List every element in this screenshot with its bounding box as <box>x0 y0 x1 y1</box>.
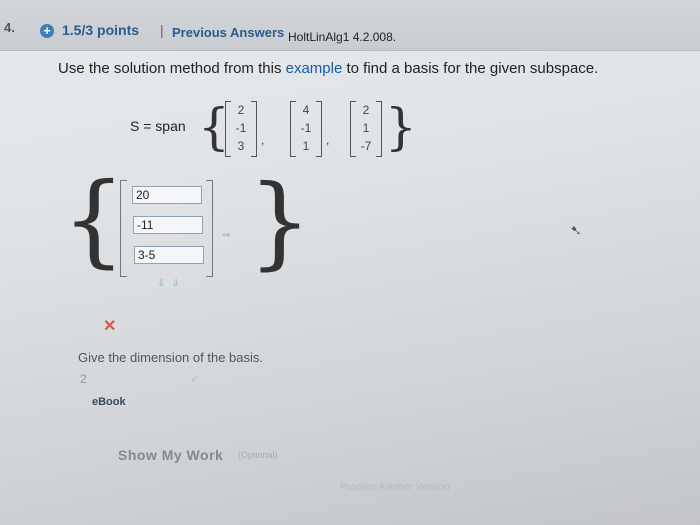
check-icon: ✓ <box>190 372 201 386</box>
points-label: 1.5/3 points <box>62 22 140 38</box>
dimension-question: Give the dimension of the basis. <box>78 350 263 365</box>
cursor-icon: ➷ <box>570 222 582 238</box>
previous-answers-link[interactable]: Previous Answers <box>172 25 284 40</box>
dimension-answer[interactable]: 2 <box>80 372 87 386</box>
header-separator: | <box>160 22 164 38</box>
answer-bracket-left <box>120 180 127 277</box>
ebook-link[interactable]: eBook <box>92 396 126 408</box>
example-link[interactable]: example <box>286 60 343 77</box>
span-label: S = span <box>130 118 186 134</box>
vector-2: 4 -1 1 <box>290 101 322 157</box>
vector-1: 2 -1 3 <box>225 101 257 157</box>
answer-entry-2[interactable] <box>133 216 203 234</box>
question-number: 4. <box>4 20 15 35</box>
arrow-down-icon: ⇓⇓ <box>157 278 186 289</box>
optional-label: (Optional) <box>238 450 278 460</box>
question-text: Use the solution method from this exampl… <box>58 60 598 77</box>
question-text-after: to find a basis for the given subspace. <box>342 60 599 77</box>
plus-icon[interactable]: + <box>40 24 54 38</box>
answer-entry-1[interactable] <box>132 186 202 204</box>
arrow-right-icon: ⇒ <box>222 230 231 241</box>
question-code: HoltLinAlg1 4.2.008. <box>288 30 397 44</box>
incorrect-icon: ✕ <box>103 318 117 335</box>
answer-bracket-right <box>206 180 213 277</box>
question-text-before: Use the solution method from this <box>58 60 286 77</box>
answer-left-brace: { <box>62 161 126 278</box>
answer-entry-3[interactable] <box>134 246 204 264</box>
answer-right-brace: } <box>248 163 312 280</box>
practice-another-version-button[interactable]: Practice Another Version <box>340 482 450 493</box>
right-brace: } <box>385 98 417 156</box>
comma: , <box>326 133 330 147</box>
show-my-work-link[interactable]: Show My Work <box>118 447 223 463</box>
vector-3: 2 1 -7 <box>350 101 382 157</box>
comma: , <box>261 133 265 147</box>
